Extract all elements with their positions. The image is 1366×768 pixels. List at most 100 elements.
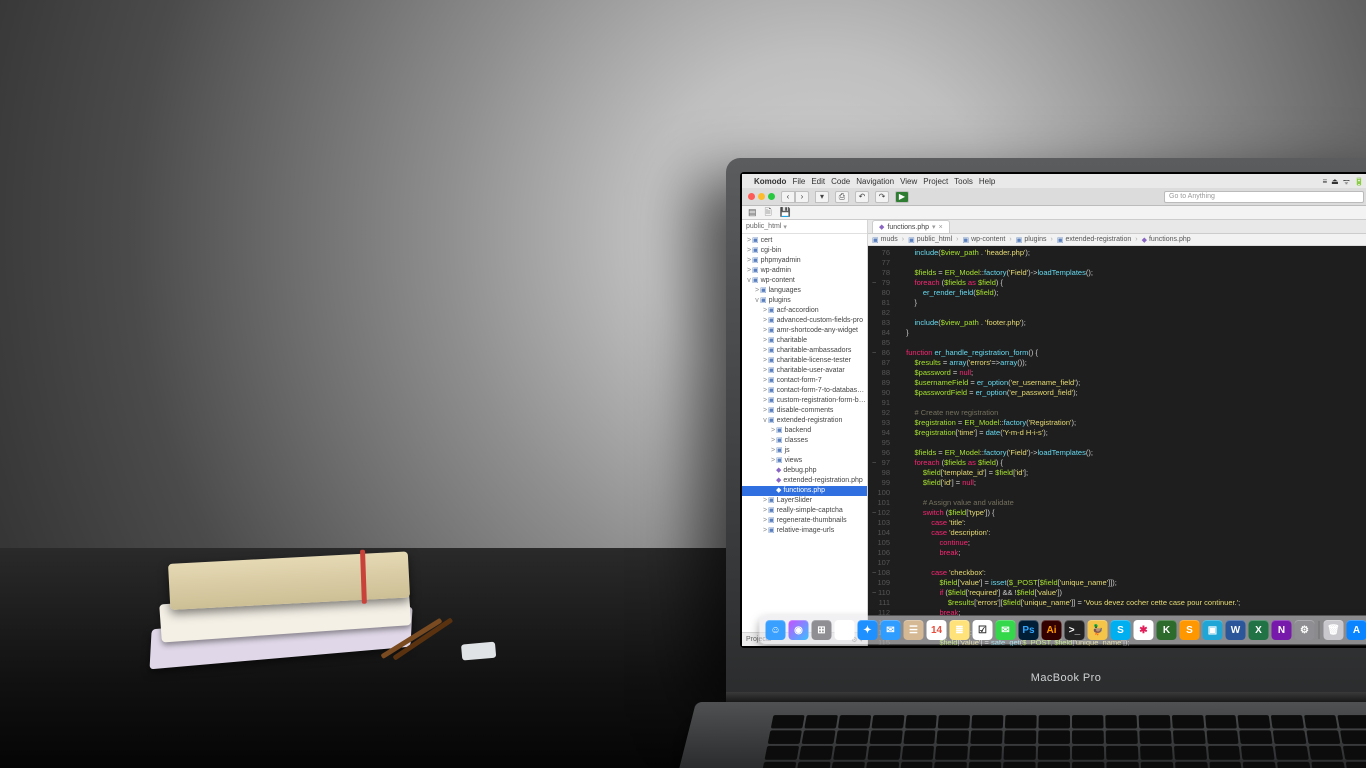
tree-node-amr-shortcode-any-widget[interactable]: >▣amr-shortcode-any-widget <box>742 326 867 336</box>
tree-node-contact-form-7-to-database-extension[interactable]: >▣contact-form-7-to-database-extension <box>742 386 867 396</box>
menubar-item-edit[interactable]: Edit <box>811 177 825 186</box>
macos-menubar[interactable]: Komodo File Edit Code Navigation View Project… <box>742 174 1366 188</box>
menubar-item-project[interactable]: Project <box>923 177 948 186</box>
menubar-item-view[interactable]: View <box>900 177 917 186</box>
tree-node-disable-comments[interactable]: >▣disable-comments <box>742 406 867 416</box>
tree-node-cert[interactable]: >▣cert <box>742 236 867 246</box>
tree-node-charitable[interactable]: >▣charitable <box>742 336 867 346</box>
breadcrumb-extended-registration[interactable]: ▣extended-registration <box>1057 236 1131 244</box>
dock-siri-icon[interactable]: ◉ <box>789 620 809 640</box>
breadcrumb-functions-php[interactable]: ◆functions.php <box>1142 236 1191 244</box>
tree-node-extended-registration-php[interactable]: ◆extended-registration.php <box>742 476 867 486</box>
tree-node-functions-php[interactable]: ◆functions.php <box>742 486 867 496</box>
tree-node-languages[interactable]: >▣languages <box>742 286 867 296</box>
toolbar-redo-button[interactable]: ↷ <box>875 191 889 203</box>
tree-node-custom-registration-form-builder-with-submissi[interactable]: >▣custom-registration-form-builder-with-… <box>742 396 867 406</box>
tree-node-layerslider[interactable]: >▣LayerSlider <box>742 496 867 506</box>
tree-node-charitable-user-avatar[interactable]: >▣charitable-user-avatar <box>742 366 867 376</box>
tree-node-cgi-bin[interactable]: >▣cgi-bin <box>742 246 867 256</box>
menubar-item-code[interactable]: Code <box>831 177 850 186</box>
tree-node-charitable-ambassadors[interactable]: >▣charitable-ambassadors <box>742 346 867 356</box>
nav-back-button[interactable]: ‹ <box>781 191 795 203</box>
close-tab-icon[interactable]: × <box>939 224 943 231</box>
tree-node-really-simple-captcha[interactable]: >▣really-simple-captcha <box>742 506 867 516</box>
dock-word-icon[interactable]: W <box>1226 620 1246 640</box>
folder-icon: ▣ <box>768 347 775 354</box>
breadcrumb-public-html[interactable]: ▣public_html <box>908 236 952 244</box>
macos-dock[interactable]: ☺◉⊞◐✦✉☰14≣☑✉PsAi>_🦆S✱KS▣WXN⚙🗑A <box>760 616 1366 644</box>
dock-photoshop-icon[interactable]: Ps <box>1019 620 1039 640</box>
nav-forward-button[interactable]: › <box>795 191 809 203</box>
tree-node-js[interactable]: >▣js <box>742 446 867 456</box>
dock-mail-icon[interactable]: ✉ <box>881 620 901 640</box>
dock-reminders-icon[interactable]: ☑ <box>973 620 993 640</box>
open-file-icon[interactable]: 🗎 <box>765 205 772 221</box>
dock-illustrator-icon[interactable]: Ai <box>1042 620 1062 640</box>
dock-komodo-icon[interactable]: K <box>1157 620 1177 640</box>
go-to-anything-search[interactable]: Go to Anything <box>1164 191 1364 203</box>
dock-chrome-icon[interactable]: ◐ <box>835 620 855 640</box>
menubar-item-help[interactable]: Help <box>979 177 995 186</box>
menubar-item-file[interactable]: File <box>792 177 805 186</box>
dock-notes-icon[interactable]: ≣ <box>950 620 970 640</box>
dock-trash-icon[interactable]: 🗑 <box>1324 620 1344 640</box>
dock-cyberduck-icon[interactable]: 🦆 <box>1088 620 1108 640</box>
breadcrumb-plugins[interactable]: ▣plugins <box>1016 236 1047 244</box>
tree-node-phpmyadmin[interactable]: >▣phpmyadmin <box>742 256 867 266</box>
menubar-status-icons[interactable]: ≡⏏ᯤ🔋14% <box>1318 176 1366 187</box>
dock-messages-icon[interactable]: ✉ <box>996 620 1016 640</box>
tree-node-extended-registration[interactable]: v▣extended-registration <box>742 416 867 426</box>
menubar-item-navigation[interactable]: Navigation <box>856 177 894 186</box>
dock-sublime-icon[interactable]: S <box>1180 620 1200 640</box>
tree-node-backend[interactable]: >▣backend <box>742 426 867 436</box>
dock-slack-icon[interactable]: ✱ <box>1134 620 1154 640</box>
close-window-icon[interactable] <box>748 193 755 200</box>
minimize-window-icon[interactable] <box>758 193 765 200</box>
tree-node-advanced-custom-fields-pro[interactable]: >▣advanced-custom-fields-pro <box>742 316 867 326</box>
dock-contacts-icon[interactable]: ☰ <box>904 620 924 640</box>
code-editor[interactable]: 7677787980818283848586878889909192939495… <box>868 246 1366 646</box>
dock-preview-icon[interactable]: ▣ <box>1203 620 1223 640</box>
tree-node-plugins[interactable]: v▣plugins <box>742 296 867 306</box>
tree-node-wp-admin[interactable]: >▣wp-admin <box>742 266 867 276</box>
breadcrumb-muds[interactable]: ▣muds <box>872 236 898 244</box>
tab-functions-php[interactable]: ◆ functions.php ▾ × <box>872 220 950 233</box>
tree-node-views[interactable]: >▣views <box>742 456 867 466</box>
code-area[interactable]: include($view_path . 'header.php'); $fie… <box>896 246 1366 646</box>
laptop-brand-label: MacBook Pro <box>726 672 1366 684</box>
dock-skype-icon[interactable]: S <box>1111 620 1131 640</box>
toolbar-save-button[interactable]: ⎙ <box>835 191 849 203</box>
places-sidebar[interactable]: public_html▾ >▣cert>▣cgi-bin>▣phpmyadmin… <box>742 220 868 646</box>
tree-node-charitable-license-tester[interactable]: >▣charitable-license-tester <box>742 356 867 366</box>
folder-icon: ▣ <box>776 457 783 464</box>
dock-excel-icon[interactable]: X <box>1249 620 1269 640</box>
sidebar-root-selector[interactable]: public_html▾ <box>742 220 867 234</box>
chevron-down-icon[interactable]: ▾ <box>932 223 936 231</box>
tree-node-relative-image-urls[interactable]: >▣relative-image-urls <box>742 526 867 536</box>
breadcrumb-wp-content[interactable]: ▣wp-content <box>962 236 1005 244</box>
window-traffic-lights[interactable] <box>748 193 775 200</box>
tree-node-classes[interactable]: >▣classes <box>742 436 867 446</box>
toolbar-undo-button[interactable]: ↶ <box>855 191 869 203</box>
new-file-icon[interactable]: ▤ <box>748 207 757 218</box>
save-icon[interactable]: 💾 <box>780 207 791 218</box>
dock-finder-icon[interactable]: ☺ <box>766 620 786 640</box>
dock-appstore-icon[interactable]: A <box>1347 620 1366 640</box>
dock-terminal-icon[interactable]: >_ <box>1065 620 1085 640</box>
fullscreen-window-icon[interactable] <box>768 193 775 200</box>
dock-systemprefs-icon[interactable]: ⚙ <box>1295 620 1315 640</box>
dock-calendar-icon[interactable]: 14 <box>927 620 947 640</box>
menubar-app-name[interactable]: Komodo <box>754 177 786 186</box>
breadcrumb[interactable]: ▣muds›▣public_html›▣wp-content›▣plugins›… <box>868 234 1366 246</box>
dock-safari-icon[interactable]: ✦ <box>858 620 878 640</box>
dock-launchpad-icon[interactable]: ⊞ <box>812 620 832 640</box>
tree-node-regenerate-thumbnails[interactable]: >▣regenerate-thumbnails <box>742 516 867 526</box>
tree-node-debug-php[interactable]: ◆debug.php <box>742 466 867 476</box>
tree-node-wp-content[interactable]: v▣wp-content <box>742 276 867 286</box>
toolbar-run-button[interactable]: ▶ <box>895 191 909 203</box>
tree-node-acf-accordion[interactable]: >▣acf-accordion <box>742 306 867 316</box>
dock-onenote-icon[interactable]: N <box>1272 620 1292 640</box>
history-dropdown-button[interactable]: ▾ <box>815 191 829 203</box>
menubar-item-tools[interactable]: Tools <box>954 177 973 186</box>
tree-node-contact-form-7[interactable]: >▣contact-form-7 <box>742 376 867 386</box>
